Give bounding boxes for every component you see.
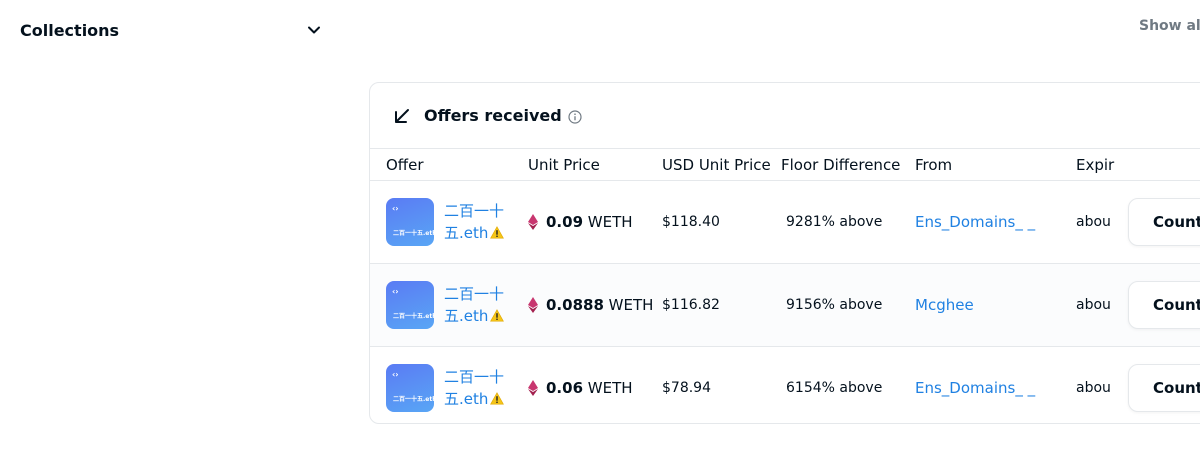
col-expiration: Expir xyxy=(1076,155,1115,174)
item-name-line2: 五.eth xyxy=(444,224,489,242)
arrow-down-left-icon xyxy=(390,104,414,128)
offer-cell[interactable]: ‹› 二百一十五.eth 二百一十 五.eth xyxy=(386,181,505,263)
eth-icon xyxy=(528,380,538,396)
nft-thumbnail[interactable]: ‹› 二百一十五.eth xyxy=(386,364,434,412)
warning-icon xyxy=(490,392,505,405)
thumb-label: 二百一十五.eth xyxy=(393,313,434,320)
expiration-cell: abou xyxy=(1076,214,1111,230)
usd-price-cell: $116.82 xyxy=(662,297,720,313)
collections-label: Collections xyxy=(20,20,120,40)
eth-icon xyxy=(528,297,538,313)
thumb-label: 二百一十五.eth xyxy=(393,230,434,237)
price-amount: 0.06 xyxy=(546,379,584,397)
show-all-link[interactable]: Show all xyxy=(1139,18,1200,34)
usd-price-cell: $118.40 xyxy=(662,214,720,230)
unit-price-cell: 0.06 WETH xyxy=(528,347,633,423)
offers-received-panel: Offers received Offer Unit Price USD Uni… xyxy=(369,82,1200,424)
nft-thumbnail[interactable]: ‹› 二百一十五.eth xyxy=(386,198,434,246)
price-amount: 0.09 xyxy=(546,213,584,231)
from-user-link[interactable]: Mcghee xyxy=(915,264,974,346)
table-row: ‹› 二百一十五.eth 二百一十 五.eth 0.06 WETH $78.94… xyxy=(370,347,1200,423)
expiration-cell: abou xyxy=(1076,380,1111,396)
floor-difference-cell: 9281% above xyxy=(786,214,883,230)
collections-toggle[interactable]: Collections xyxy=(20,18,322,42)
col-floor-difference: Floor Difference xyxy=(781,155,901,174)
item-name-link[interactable]: 二百一十 五.eth xyxy=(444,366,505,410)
table-body: ‹› 二百一十五.eth 二百一十 五.eth 0.09 WETH $118.4… xyxy=(370,181,1200,423)
col-from: From xyxy=(915,155,953,174)
warning-icon xyxy=(490,309,505,322)
nft-thumbnail[interactable]: ‹› 二百一十五.eth xyxy=(386,281,434,329)
brackets-icon: ‹› xyxy=(392,204,399,213)
item-name-line1: 二百一十 xyxy=(444,368,505,386)
eth-icon xyxy=(528,214,538,230)
table-row: ‹› 二百一十五.eth 二百一十 五.eth 0.0888 WETH $116… xyxy=(370,264,1200,347)
price-currency: WETH xyxy=(587,213,633,231)
usd-price-cell: $78.94 xyxy=(662,380,711,396)
offer-cell[interactable]: ‹› 二百一十五.eth 二百一十 五.eth xyxy=(386,264,505,346)
item-name-line2: 五.eth xyxy=(444,307,489,325)
brackets-icon: ‹› xyxy=(392,287,399,296)
thumb-label: 二百一十五.eth xyxy=(393,396,434,403)
brackets-icon: ‹› xyxy=(392,370,399,379)
item-name-line1: 二百一十 xyxy=(444,285,505,303)
unit-price-cell: 0.0888 WETH xyxy=(528,264,653,346)
col-offer: Offer xyxy=(386,155,424,174)
expiration-cell: abou xyxy=(1076,297,1111,313)
unit-price-cell: 0.09 WETH xyxy=(528,181,633,263)
item-name-link[interactable]: 二百一十 五.eth xyxy=(444,283,505,327)
chevron-down-icon[interactable] xyxy=(306,22,322,38)
item-name-line1: 二百一十 xyxy=(444,202,505,220)
panel-title: Offers received xyxy=(424,106,562,125)
from-user-link[interactable]: Ens_Domains_ _ xyxy=(915,181,1035,263)
info-icon[interactable] xyxy=(568,109,582,124)
col-usd-unit-price: USD Unit Price xyxy=(662,155,771,174)
floor-difference-cell: 9156% above xyxy=(786,297,883,313)
item-name-link[interactable]: 二百一十 五.eth xyxy=(444,200,505,244)
item-name-line2: 五.eth xyxy=(444,390,489,408)
table-row: ‹› 二百一十五.eth 二百一十 五.eth 0.09 WETH $118.4… xyxy=(370,181,1200,264)
price-amount: 0.0888 xyxy=(546,296,604,314)
from-user-link[interactable]: Ens_Domains_ _ xyxy=(915,347,1035,423)
offer-cell[interactable]: ‹› 二百一十五.eth 二百一十 五.eth xyxy=(386,347,505,423)
price-currency: WETH xyxy=(587,379,633,397)
counter-offer-button[interactable]: Count xyxy=(1128,281,1200,329)
price-currency: WETH xyxy=(608,296,654,314)
col-unit-price: Unit Price xyxy=(528,155,600,174)
warning-icon xyxy=(490,226,505,239)
floor-difference-cell: 6154% above xyxy=(786,380,883,396)
table-header: Offer Unit Price USD Unit Price Floor Di… xyxy=(370,149,1200,181)
counter-offer-button[interactable]: Count xyxy=(1128,198,1200,246)
counter-offer-button[interactable]: Count xyxy=(1128,364,1200,412)
panel-header: Offers received xyxy=(370,83,1200,149)
